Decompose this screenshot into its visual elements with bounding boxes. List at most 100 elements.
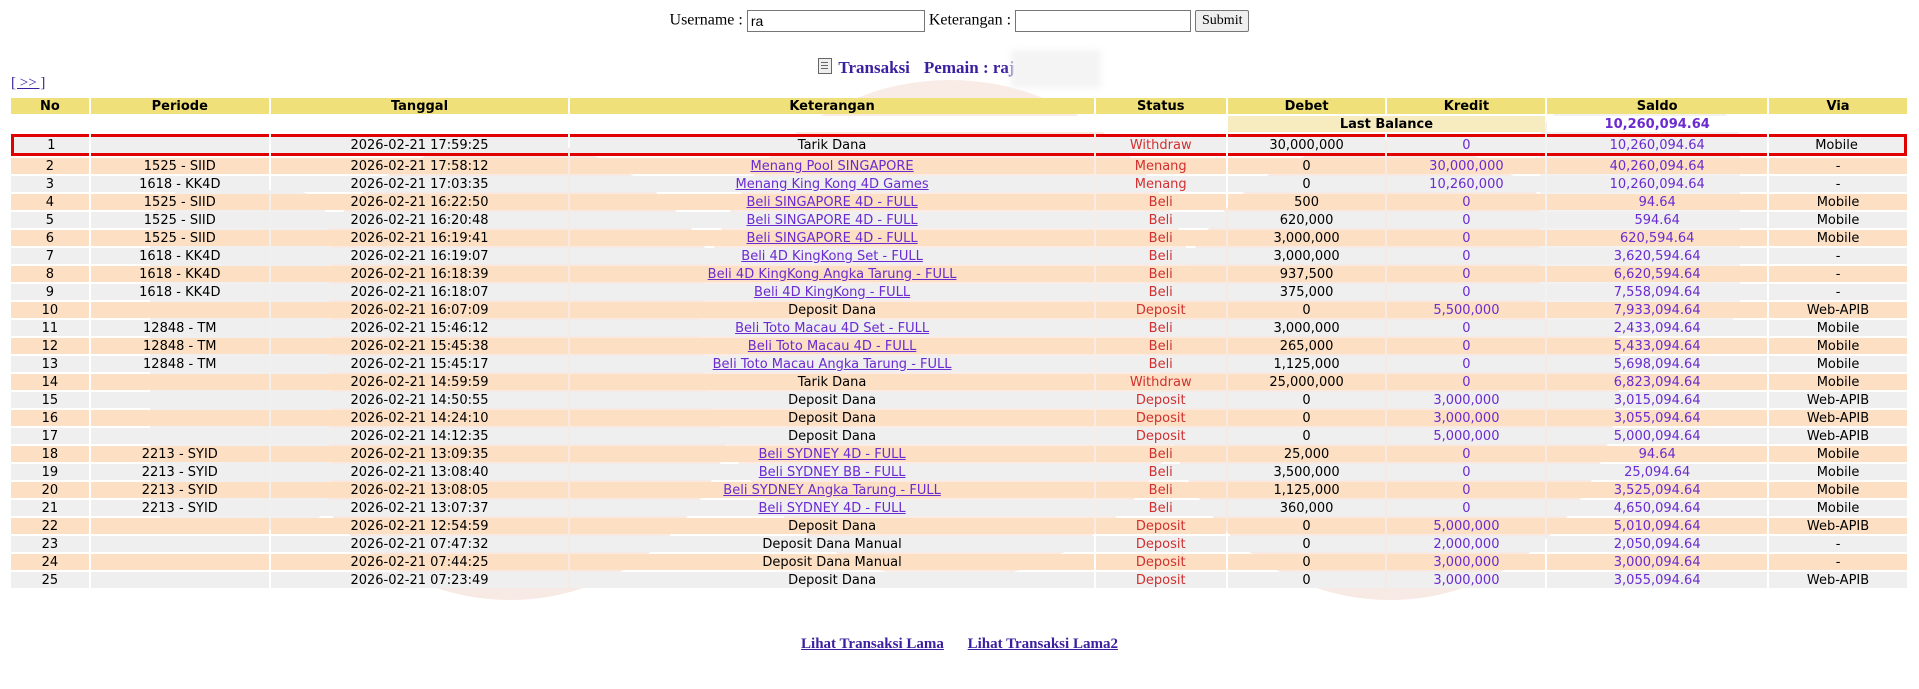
cell-via: Mobile [1769,500,1907,516]
cell-kredit: 0 [1387,500,1546,516]
cell-keterangan: Deposit Dana [570,302,1094,318]
cell-periode: 1618 - KK4D [90,248,269,264]
cell-debet: 0 [1227,392,1386,408]
cell-via: - [1769,536,1907,552]
keterangan-link[interactable]: Beli SINGAPORE 4D - FULL [746,213,917,228]
cell-no: 9 [11,284,89,300]
cell-debet: 0 [1227,176,1386,192]
last-balance-row: Last Balance 10,260,094.64 [11,116,1907,132]
cell-status: Beli [1095,230,1226,246]
cell-periode [90,572,269,588]
cell-tanggal: 2026-02-21 14:12:35 [270,428,569,444]
old-transactions-link[interactable]: Lihat Transaksi Lama [801,636,944,652]
page-heading: Transaksi Pemain : raj [0,50,1919,88]
cell-status: Deposit [1095,428,1226,444]
player-label: Pemain : raj [923,57,1015,77]
cell-via: Mobile [1769,212,1907,228]
keterangan-input[interactable] [1015,10,1192,32]
cell-tanggal: 2026-02-21 17:59:25 [270,134,569,156]
cell-debet: 360,000 [1227,500,1386,516]
keterangan-link[interactable]: Beli SYDNEY BB - FULL [759,465,906,480]
cell-kredit: 0 [1387,338,1546,354]
keterangan-link[interactable]: Beli 4D KingKong - FULL [754,285,910,300]
transaction-table: No Periode Tanggal Keterangan Status Deb… [9,96,1909,590]
table-row: 14 2026-02-21 14:59:59 Tarik Dana Withdraw 2… [11,374,1907,390]
username-input[interactable] [746,10,925,32]
cell-via: Mobile [1769,320,1907,336]
keterangan-link[interactable]: Beli SYDNEY 4D - FULL [758,447,905,462]
cell-kredit: 0 [1387,374,1546,390]
cell-no: 7 [11,248,89,264]
cell-kredit: 0 [1387,266,1546,282]
cell-saldo: 3,000,094.64 [1547,554,1768,570]
table-row: 8 1618 - KK4D 2026-02-21 16:18:39 Beli 4D K… [11,266,1907,282]
keterangan-link[interactable]: Beli SYDNEY 4D - FULL [758,501,905,516]
cell-debet: 3,000,000 [1227,230,1386,246]
cell-no: 10 [11,302,89,318]
cell-periode [90,536,269,552]
table-row: 17 2026-02-21 14:12:35 Deposit Dana Deposit… [11,428,1907,444]
header-periode: Periode [90,98,269,114]
cell-status: Beli [1095,284,1226,300]
cell-tanggal: 2026-02-21 16:20:48 [270,212,569,228]
cell-periode: 1525 - SIID [90,230,269,246]
cell-periode: 1618 - KK4D [90,284,269,300]
table-row: 24 2026-02-21 07:44:25 Deposit Dana Manual… [11,554,1907,570]
cell-kredit: 0 [1387,230,1546,246]
keterangan-link[interactable]: Beli 4D KingKong Set - FULL [741,249,923,264]
last-balance-label: Last Balance [1227,116,1546,132]
cell-status: Beli [1095,266,1226,282]
cell-saldo: 3,525,094.64 [1547,482,1768,498]
cell-via: Mobile [1769,356,1907,372]
cell-periode: 2213 - SYID [90,500,269,516]
next-page-link[interactable]: [ >> ] [11,75,45,92]
keterangan-link[interactable]: Beli Toto Macau 4D Set - FULL [735,321,929,336]
cell-tanggal: 2026-02-21 13:09:35 [270,446,569,462]
old-transactions-2-link[interactable]: Lihat Transaksi Lama2 [968,636,1118,652]
header-via: Via [1769,98,1907,114]
cell-via: Mobile [1769,194,1907,210]
cell-saldo: 3,015,094.64 [1547,392,1768,408]
cell-tanggal: 2026-02-21 16:19:41 [270,230,569,246]
cell-saldo: 5,433,094.64 [1547,338,1768,354]
cell-no: 3 [11,176,89,192]
cell-periode [90,302,269,318]
cell-kredit: 0 [1387,356,1546,372]
cell-debet: 1,125,000 [1227,482,1386,498]
cell-keterangan: Beli 4D KingKong Angka Tarung - FULL [570,266,1094,282]
keterangan-link[interactable]: Beli 4D KingKong Angka Tarung - FULL [708,267,957,282]
keterangan-link[interactable]: Beli SINGAPORE 4D - FULL [746,231,917,246]
cell-periode [90,134,269,156]
cell-keterangan: Beli 4D KingKong - FULL [570,284,1094,300]
last-balance-value: 10,260,094.64 [1547,116,1768,132]
keterangan-link[interactable]: Beli SYDNEY Angka Tarung - FULL [723,483,941,498]
submit-button[interactable]: Submit [1195,10,1250,32]
cell-no: 19 [11,464,89,480]
cell-keterangan: Beli Toto Macau 4D Set - FULL [570,320,1094,336]
cell-kredit: 5,000,000 [1387,518,1546,534]
cell-saldo: 2,050,094.64 [1547,536,1768,552]
keterangan-link[interactable]: Beli Toto Macau 4D - FULL [748,339,917,354]
cell-keterangan: Deposit Dana Manual [570,536,1094,552]
header-status: Status [1095,98,1226,114]
cell-via: Web-APIB [1769,518,1907,534]
table-row: 18 2213 - SYID 2026-02-21 13:09:35 Beli SYD… [11,446,1907,462]
cell-via: Web-APIB [1769,392,1907,408]
keterangan-link[interactable]: Menang Pool SINGAPORE [750,159,913,174]
cell-keterangan: Deposit Dana [570,572,1094,588]
cell-keterangan: Beli SYDNEY Angka Tarung - FULL [570,482,1094,498]
cell-periode: 12848 - TM [90,338,269,354]
cell-via: Mobile [1769,134,1907,156]
keterangan-link[interactable]: Menang King Kong 4D Games [735,177,928,192]
keterangan-link[interactable]: Beli Toto Macau Angka Tarung - FULL [713,357,952,372]
keterangan-link[interactable]: Beli SINGAPORE 4D - FULL [746,195,917,210]
table-row: 20 2213 - SYID 2026-02-21 13:08:05 Beli SYD… [11,482,1907,498]
table-row: 9 1618 - KK4D 2026-02-21 16:18:07 Beli 4D K… [11,284,1907,300]
cell-no: 11 [11,320,89,336]
cell-keterangan: Deposit Dana Manual [570,554,1094,570]
cell-debet: 3,000,000 [1227,248,1386,264]
cell-status: Deposit [1095,572,1226,588]
cell-debet: 0 [1227,302,1386,318]
table-row: 16 2026-02-21 14:24:10 Deposit Dana Deposit… [11,410,1907,426]
cell-tanggal: 2026-02-21 07:47:32 [270,536,569,552]
